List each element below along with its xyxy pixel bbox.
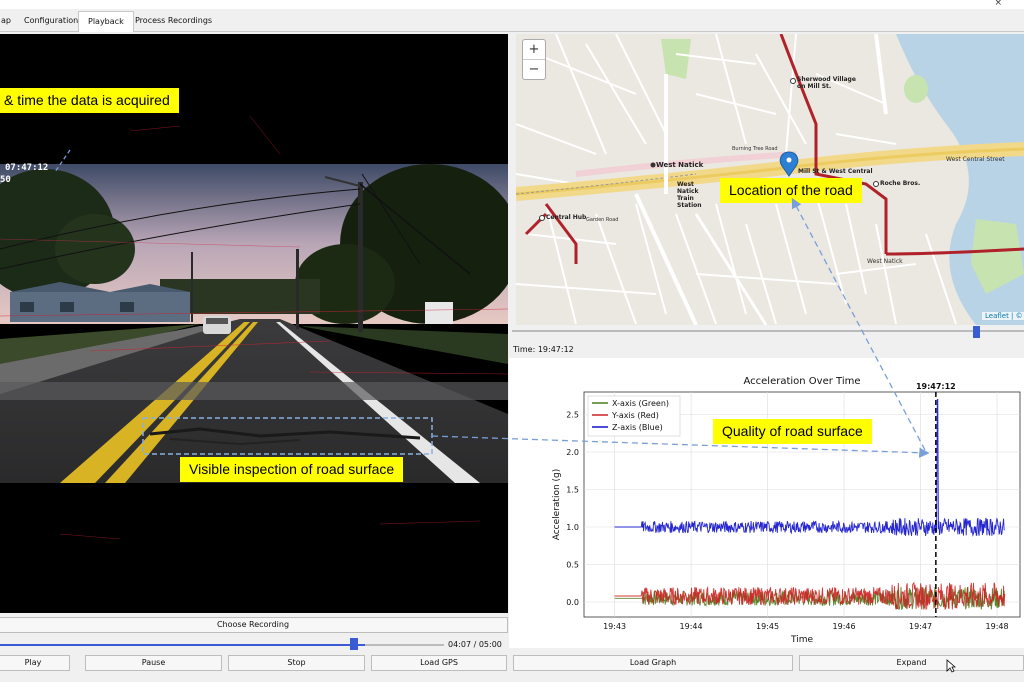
map-label-west-central: West Central Street (946, 156, 1005, 163)
tab-configuration[interactable]: Configuration (15, 11, 87, 31)
x-tick-label: 19:45 (756, 622, 779, 631)
y-tick-label: 2.0 (566, 448, 579, 457)
map-label-mill-st: Mill St & West Central (798, 168, 873, 175)
seek-slider-progress (0, 644, 366, 646)
seek-time-label: 04:07 / 05:00 (448, 640, 502, 649)
map-label-west-natick-2: West Natick (867, 258, 903, 265)
x-tick-label: 19:48 (986, 622, 1009, 631)
load-graph-button[interactable]: Load Graph (513, 655, 793, 671)
stop-button[interactable]: Stop (228, 655, 365, 671)
zoom-in-button[interactable]: + (523, 40, 545, 60)
time-marker-label: 19:47:12 (916, 382, 956, 391)
map-attribution[interactable]: Leaflet | © (982, 312, 1024, 320)
y-tick-label: 0.5 (566, 561, 579, 570)
x-tick-label: 19:43 (603, 622, 626, 631)
choose-recording-button[interactable]: Choose Recording (0, 617, 508, 633)
tab-bar: ap Configuration Playback Process Record… (0, 9, 1024, 32)
map-time-slider[interactable] (512, 330, 1024, 332)
video-frame (0, 115, 508, 540)
title-bar: × (0, 0, 1024, 9)
zoom-out-button[interactable]: − (523, 60, 545, 80)
legend-entry: Z-axis (Blue) (612, 423, 663, 432)
map-label-train-station: West Natick Train Station (677, 181, 702, 209)
x-tick-label: 19:44 (680, 622, 703, 631)
annotation-quality: Quality of road surface (713, 419, 872, 444)
annotation-location: Location of the road (720, 178, 862, 203)
x-tick-label: 19:47 (909, 622, 932, 631)
map-label-roche: Roche Bros. (880, 180, 921, 187)
legend-entry: X-axis (Green) (612, 399, 669, 408)
map-zoom-control: + − (522, 39, 546, 80)
map-label-west-natick: West Natick (656, 161, 704, 169)
app-window: × ap Configuration Playback Process Reco… (0, 0, 1024, 682)
y-tick-label: 0.0 (566, 598, 579, 607)
close-icon[interactable]: × (994, 0, 1002, 8)
y-tick-label: 1.0 (566, 523, 579, 532)
chart-title: Acceleration Over Time (743, 376, 860, 387)
video-player[interactable]: 07:47:12 50 (0, 34, 508, 613)
y-axis-label: Acceleration (g) (552, 469, 562, 541)
map-label-sherwood: Sherwood Village on Mill St. (797, 76, 856, 90)
mouse-cursor-icon (946, 659, 956, 673)
acceleration-chart: 0.0 0.5 1.0 1.5 2.0 2.5 19:43 19:44 19:45 19:46 19… (509, 358, 1024, 648)
pause-button[interactable]: Pause (85, 655, 222, 671)
map-time-slider-handle[interactable] (973, 326, 980, 338)
seek-slider-handle[interactable] (350, 638, 358, 650)
map-label-garden-road: Garden Road (586, 217, 619, 223)
video-speed: 50 (0, 175, 11, 185)
tab-process-recordings[interactable]: Process Recordings (126, 11, 221, 31)
map-label-burning-tree: Burning Tree Road (732, 146, 778, 152)
y-tick-label: 2.5 (566, 411, 579, 420)
current-time-label: Time: 19:47:12 (513, 345, 574, 354)
video-timestamp: 07:47:12 (5, 163, 49, 173)
load-gps-button[interactable]: Load GPS (371, 655, 507, 671)
chart-svg: 0.0 0.5 1.0 1.5 2.0 2.5 19:43 19:44 19:45 19:46 19… (552, 376, 1021, 645)
x-axis-label: Time (790, 635, 813, 645)
legend-entry: Y-axis (Red) (611, 411, 659, 420)
x-tick-label: 19:46 (833, 622, 856, 631)
annotation-road-inspection: Visible inspection of road surface (180, 457, 404, 482)
play-button[interactable]: Play (0, 655, 70, 671)
map-label-central-hub: Central Hub (546, 214, 587, 221)
y-tick-label: 1.5 (566, 486, 579, 495)
expand-button[interactable]: Expand (799, 655, 1024, 671)
annotation-time-acquired: & time the data is acquired (0, 88, 179, 113)
